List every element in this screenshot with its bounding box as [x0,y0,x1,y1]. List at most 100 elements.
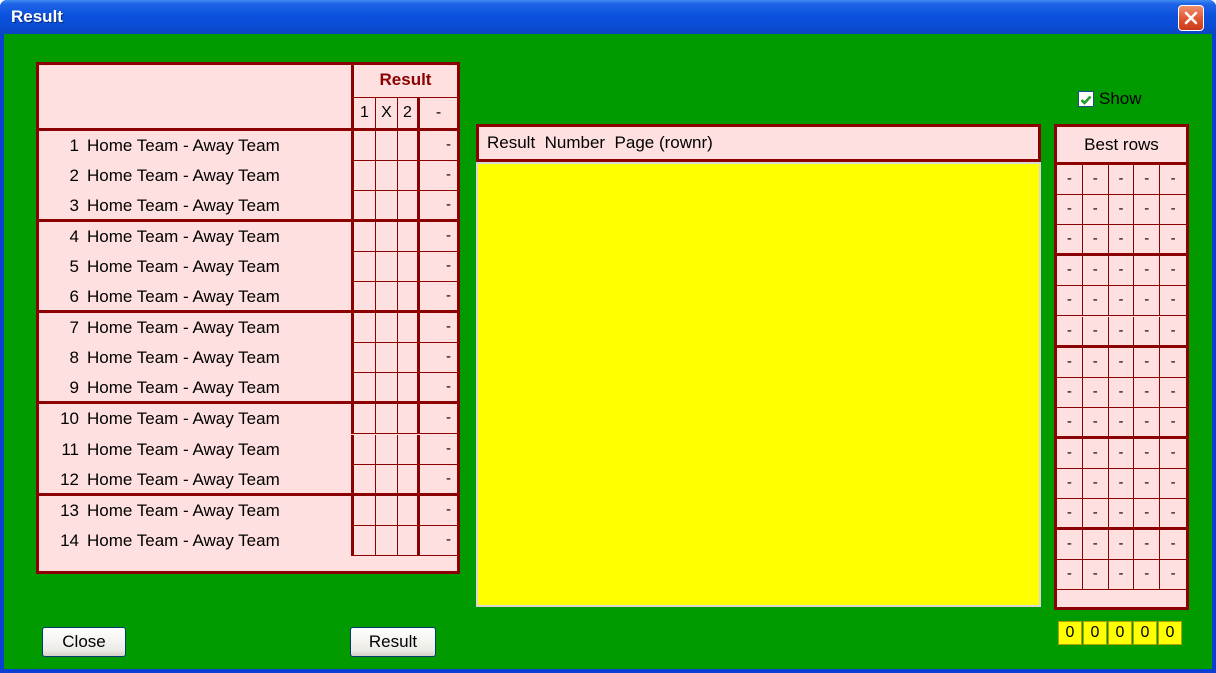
result-choice-cell[interactable] [354,252,376,283]
match-number: 5 [69,257,79,277]
match-result-value[interactable]: - [420,404,457,435]
result-choice-cell[interactable] [376,161,398,192]
result-choice-cell[interactable] [376,131,398,161]
window-title: Result [11,7,63,26]
result-choice-cell[interactable] [398,191,420,222]
result-choice-cell[interactable] [376,525,398,556]
best-row-cell: - [1134,195,1161,226]
best-row-cell: - [1160,256,1186,287]
result-choice-cell[interactable] [376,282,398,313]
result-choice-cell[interactable] [376,252,398,283]
best-row-cell: - [1082,377,1109,408]
best-row-cell: - [1057,377,1083,408]
result-choice-cell[interactable] [376,222,398,253]
result-list-area[interactable] [476,162,1041,607]
close-button[interactable]: Close [42,627,126,657]
result-choice-cell[interactable] [398,313,420,344]
match-result-value[interactable]: - [420,435,457,465]
result-choice-cell[interactable] [354,161,376,192]
result-column-header: 2 [398,98,420,131]
result-choice-cell[interactable] [376,373,398,404]
result-choice-cell[interactable] [354,343,376,374]
match-result-value[interactable]: - [420,496,457,526]
window-close-button[interactable] [1178,5,1204,31]
result-choice-cell[interactable] [398,161,420,192]
match-result-value[interactable]: - [420,343,457,374]
match-number: 2 [69,166,79,186]
best-row-cell: - [1057,347,1083,378]
result-choice-cell[interactable] [376,434,398,465]
best-row-cell: - [1082,469,1109,499]
grid-header-blank [39,65,354,131]
result-choice-cell[interactable] [376,343,398,374]
best-row-cell: - [1057,195,1083,226]
result-choice-cell[interactable] [398,252,420,283]
match-result-value[interactable]: - [420,282,457,313]
result-choice-cell[interactable] [398,495,420,526]
match-result-value[interactable]: - [420,313,457,344]
result-choice-cell[interactable] [354,282,376,313]
result-choice-cell[interactable] [354,131,376,161]
match-row-label: 11 Home Team - Away Team [39,434,354,465]
match-teams: Home Team - Away Team [87,500,280,520]
result-choice-cell[interactable] [354,495,376,526]
match-row-label: 12 Home Team - Away Team [39,464,354,495]
result-column-header: X [376,98,398,131]
title-bar[interactable]: Result [0,0,1216,34]
result-choice-cell[interactable] [354,222,376,253]
match-result-value[interactable]: - [420,526,457,556]
result-choice-cell[interactable] [354,191,376,222]
match-row-label: 14 Home Team - Away Team [39,525,354,556]
best-row-cell: - [1108,530,1135,561]
result-button[interactable]: Result [350,627,436,657]
best-row-cell: - [1082,256,1109,287]
result-choice-cell[interactable] [398,131,420,161]
match-result-value[interactable]: - [420,465,457,495]
best-row-cell: - [1160,195,1186,226]
result-choice-cell[interactable] [398,222,420,253]
best-row-cell: - [1134,377,1161,408]
result-choice-cell[interactable] [354,373,376,404]
result-choice-cell[interactable] [354,464,376,495]
match-number: 3 [69,196,79,216]
match-row-label: 7 Home Team - Away Team [39,313,354,344]
result-choice-cell[interactable] [398,464,420,495]
best-row-cell: - [1108,469,1135,499]
show-checkbox[interactable] [1078,91,1094,107]
result-choice-cell[interactable] [398,404,420,435]
match-result-value[interactable]: - [420,191,457,222]
best-row-cell: - [1057,407,1083,438]
best-row-cell: - [1082,286,1109,317]
result-choice-cell[interactable] [376,495,398,526]
match-number: 9 [69,378,79,398]
best-row-cell: - [1108,407,1135,438]
match-teams: Home Team - Away Team [87,196,280,216]
result-choice-cell[interactable] [398,282,420,313]
best-row-cell: - [1134,469,1161,499]
match-result-value[interactable]: - [420,131,457,161]
match-number: 12 [60,469,79,489]
match-teams: Home Team - Away Team [87,318,280,338]
result-choice-cell[interactable] [398,434,420,465]
match-teams: Home Team - Away Team [87,257,280,277]
result-choice-cell[interactable] [354,525,376,556]
match-result-value[interactable]: - [420,161,457,192]
match-result-value[interactable]: - [420,222,457,253]
match-teams: Home Team - Away Team [87,287,280,307]
result-choice-cell[interactable] [376,404,398,435]
result-choice-cell[interactable] [398,373,420,404]
best-row-cell: - [1160,378,1186,408]
best-row-cell: - [1082,438,1109,469]
result-choice-cell[interactable] [376,313,398,344]
result-choice-cell[interactable] [354,404,376,435]
match-result-value[interactable]: - [420,252,457,283]
match-result-value[interactable]: - [420,373,457,404]
result-choice-cell[interactable] [354,434,376,465]
result-choice-cell[interactable] [376,191,398,222]
result-choice-cell[interactable] [398,525,420,556]
match-teams: Home Team - Away Team [87,348,280,368]
result-choice-cell[interactable] [354,313,376,344]
result-choice-cell[interactable] [376,464,398,495]
result-choice-cell[interactable] [398,343,420,374]
match-row-label: 4 Home Team - Away Team [39,222,354,253]
